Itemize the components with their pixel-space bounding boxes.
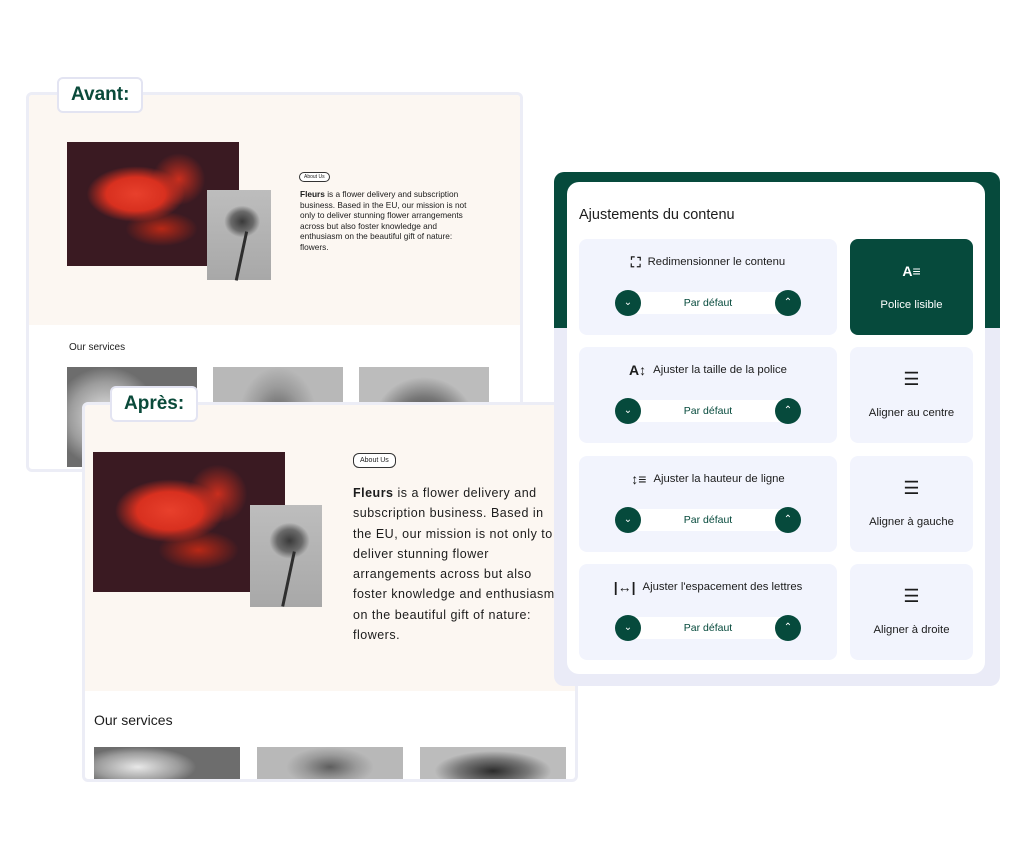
expand-icon: ⛶ [630,254,641,270]
control-label: Ajuster la taille de la police [653,364,787,376]
before-label: Avant: [57,77,144,113]
font-size-control: A↕ Ajuster la taille de la police ⌄ Par d… [579,347,837,443]
before-hero-section: About Us Fleurs is a flower delivery and… [29,95,520,325]
resize-stepper: ⌄ Par défaut ⌃ [615,290,801,316]
about-us-badge[interactable]: About Us [299,172,330,182]
service-thumbnail[interactable] [257,747,403,779]
letter-spacing-icon: |↔| [613,579,636,595]
align-center-toggle[interactable]: ☰ Aligner au centre [850,347,973,443]
align-left-icon: ☰ [903,478,920,498]
services-heading: Our services [94,712,173,728]
control-label: Ajuster l'espacement des lettres [642,581,803,593]
about-us-badge[interactable]: About Us [353,453,396,468]
letter-spacing-control: |↔| Ajuster l'espacement des lettres ⌄ Pa… [579,564,837,660]
chevron-up-icon: ⌃ [783,622,793,633]
after-hero-section: About Us Fleurs is a flower delivery and… [85,405,575,691]
align-center-icon: ☰ [903,369,920,389]
after-preview-card: About Us Fleurs is a flower delivery and… [82,402,578,782]
after-label: Après: [110,386,199,422]
chevron-up-icon: ⌃ [783,514,793,525]
font-size-stepper: ⌄ Par défaut ⌃ [615,398,801,424]
intro-text: is a flower delivery and subscription bu… [353,486,555,643]
botanical-image [250,505,322,607]
readable-font-icon: A≡ [902,263,921,279]
service-thumbnail[interactable] [420,747,566,779]
align-left-toggle[interactable]: ☰ Aligner à gauche [850,456,973,552]
toggle-label: Police lisible [880,299,943,311]
increase-button[interactable]: ⌃ [775,290,801,316]
increase-button[interactable]: ⌃ [775,398,801,424]
services-heading: Our services [69,342,126,353]
toggle-label: Aligner à droite [873,624,950,636]
line-height-stepper: ⌄ Par défaut ⌃ [615,507,801,533]
readable-font-toggle[interactable]: A≡ Police lisible [850,239,973,335]
toggle-label: Aligner au centre [868,407,955,419]
letter-spacing-stepper: ⌄ Par défaut ⌃ [615,615,801,641]
service-thumbnail[interactable] [94,747,240,779]
line-height-icon: ↕≡ [631,471,647,487]
stepper-value: Par défaut [683,514,733,526]
stepper-value: Par défaut [683,405,733,417]
increase-button[interactable]: ⌃ [775,615,801,641]
chevron-up-icon: ⌃ [783,297,793,308]
chevron-up-icon: ⌃ [783,405,793,416]
line-height-control: ↕≡ Ajuster la hauteur de ligne ⌄ Par défa… [579,456,837,552]
align-right-icon: ☰ [903,586,920,606]
content-adjustments-widget: Ajustements du contenu ⛶ Redimensionner l… [554,172,1000,686]
resize-content-control: ⛶ Redimensionner le contenu ⌄ Par défaut … [579,239,837,335]
panel-title: Ajustements du contenu [579,207,735,223]
font-size-icon: A↕ [629,362,647,378]
botanical-image [207,190,271,280]
align-right-toggle[interactable]: ☰ Aligner à droite [850,564,973,660]
content-adjustments-panel: Ajustements du contenu ⛶ Redimensionner l… [567,182,985,674]
stepper-value: Par défaut [683,622,733,634]
brand-name: Fleurs [353,486,394,500]
increase-button[interactable]: ⌃ [775,507,801,533]
control-label: Redimensionner le contenu [647,256,786,268]
intro-text: is a flower delivery and subscription bu… [300,189,467,252]
stepper-value: Par défaut [683,297,733,309]
toggle-label: Aligner à gauche [869,516,954,528]
intro-paragraph: Fleurs is a flower delivery and subscrip… [353,483,563,645]
brand-name: Fleurs [300,189,325,199]
intro-paragraph: Fleurs is a flower delivery and subscrip… [300,189,480,252]
control-label: Ajuster la hauteur de ligne [653,473,785,485]
